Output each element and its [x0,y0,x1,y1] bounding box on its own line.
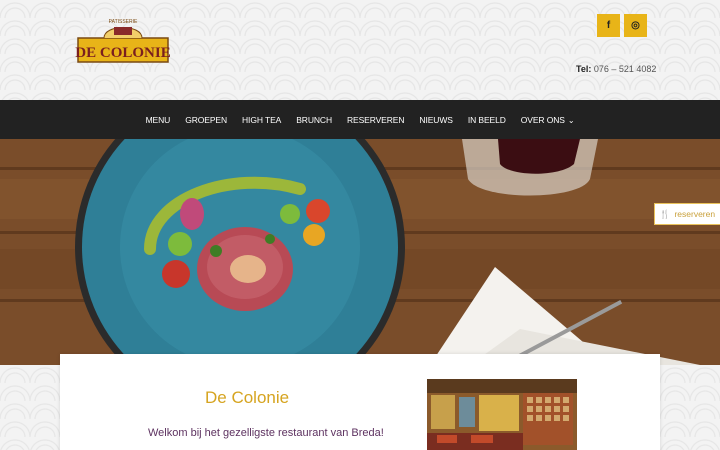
welcome-text: Welkom bij het gezelligste restaurant va… [148,427,384,439]
chevron-down-icon: ⌄ [567,115,575,125]
cutlery-icon: 🍴 [659,208,671,219]
nav-item-groepen[interactable]: GROEPEN [185,115,227,125]
nav-item-reserveren[interactable]: RESERVEREN [347,115,405,125]
restaurant-interior-image [427,379,577,450]
phone-number[interactable]: Tel: 076 – 521 4082 [576,64,656,74]
nav-item-over-ons[interactable]: OVER ONS ⌄ [521,115,575,125]
hero-image: 🍴 reserveren [0,139,720,365]
reserve-tab[interactable]: 🍴 reserveren [654,203,720,225]
facebook-button[interactable]: f [597,14,620,37]
hero-photo [0,139,720,365]
nav-item-in-beeld[interactable]: IN BEELD [468,115,506,125]
site-header: PATISSERIE DE COLONIE f ◎ Tel: 076 – 521… [0,0,720,100]
nav-item-high-tea[interactable]: HIGH TEA [242,115,281,125]
tel-number: 076 – 521 4082 [593,64,657,74]
nav-item-brunch[interactable]: BRUNCH [296,115,332,125]
nav-item-nieuws[interactable]: NIEUWS [419,115,453,125]
page-title: De Colonie [205,388,290,407]
logo-name: DE COLONIE [75,45,170,61]
logo-top-text: PATISSERIE [109,19,138,25]
facebook-icon: f [606,20,611,31]
instagram-icon: ◎ [631,20,640,31]
interior-photo-art [427,379,577,450]
nav-item-over-ons-label: OVER ONS [520,114,565,125]
nav-item-menu[interactable]: MENU [146,115,171,125]
logo[interactable]: PATISSERIE DE COLONIE [74,16,172,64]
reserve-tab-label: reserveren [674,209,716,219]
tel-label: Tel: [576,64,592,74]
instagram-button[interactable]: ◎ [624,14,647,37]
main-nav: MENU GROEPEN HIGH TEA BRUNCH RESERVEREN … [0,100,720,139]
